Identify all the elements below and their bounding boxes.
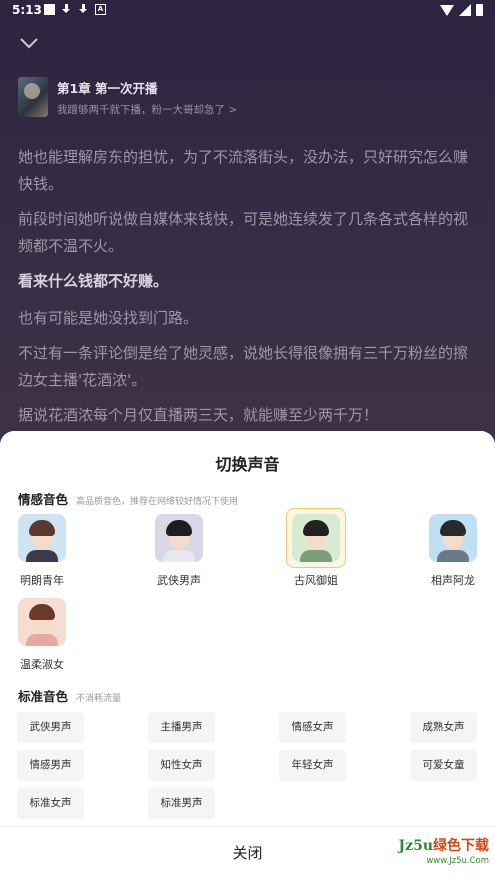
voice-option[interactable]: 明朗青年 (7, 514, 77, 588)
voice-avatar (18, 514, 66, 562)
voice-label: 武侠男声 (157, 574, 201, 587)
watermark-url: www.Jz5u.Com (426, 856, 489, 866)
chapter-header[interactable]: 第1章 第一次开播 我蹭够两千就下播，粉一大哥却急了 > (18, 77, 237, 117)
standard-voice-chip[interactable]: 情感男声 (17, 750, 84, 781)
chapter-paragraph: 也有可能是她没找到门路。 (18, 309, 199, 327)
emotional-voice-hint: 高品质音色，推荐在网络较好情况下使用 (76, 497, 239, 507)
standard-voice-chip[interactable]: 标准女声 (17, 788, 84, 819)
collapse-chevron-icon[interactable] (19, 36, 39, 50)
voice-option[interactable]: 武侠男声 (144, 514, 214, 588)
voice-avatar (18, 598, 66, 646)
watermark-brand-cn: 绿色下载 (433, 838, 489, 854)
chapter-title: 第1章 第一次开播 (57, 80, 158, 96)
emotional-voice-header: 情感音色 高品质音色，推荐在网络较好情况下使用 (18, 489, 238, 508)
chapter-subtitle: 我蹭够两千就下播，粉一大哥却急了 > (57, 103, 238, 116)
chapter-paragraph: 看来什么钱都不好赚。 (18, 272, 169, 290)
voice-label: 古风御姐 (294, 574, 338, 587)
emotional-voice-title: 情感音色 (18, 492, 69, 507)
book-cover (18, 77, 48, 117)
standard-voice-chip[interactable]: 武侠男声 (17, 712, 84, 743)
voice-option[interactable]: 相声阿龙 (418, 514, 488, 588)
download-icon (78, 4, 89, 15)
switch-voice-sheet: 切换声音 情感音色 高品质音色，推荐在网络较好情况下使用 明朗青年 武侠男声 古… (0, 431, 495, 880)
watermark-logo: Jz5u绿色下载 www.Jz5u.Com (389, 835, 490, 875)
voice-label: 相声阿龙 (431, 574, 475, 587)
download-icon (61, 4, 72, 15)
standard-voice-chip[interactable]: 年轻女声 (279, 750, 346, 781)
watermark-brand: Jz5u (398, 838, 434, 854)
chapter-paragraph: 据说花酒浓每个月仅直播两三天，就能赚至少两千万！ (18, 406, 379, 424)
chapter-paragraph: 不过有一条评论倒是给了她灵感，说她长得很像拥有三千万粉丝的擦边女主播'花酒浓'。 (18, 344, 469, 389)
voice-avatar (155, 514, 203, 562)
standard-voice-chip[interactable]: 主播男声 (148, 712, 215, 743)
voice-avatar (429, 514, 477, 562)
status-bar: 5:13 A (0, 0, 495, 22)
standard-voice-title: 标准音色 (18, 689, 69, 704)
standard-voice-chip[interactable]: 标准男声 (148, 788, 215, 819)
voice-label: 温柔淑女 (20, 658, 64, 671)
status-system-icons (440, 4, 483, 16)
voice-option-selected[interactable]: 古风御姐 (281, 508, 351, 588)
notification-square-icon (44, 4, 55, 15)
chapter-text: 她也能理解房东的担忧，为了不流落街头，没办法，只好研究怎么赚快钱。 前段时间她听说… (18, 144, 478, 437)
status-notification-icons: A (44, 4, 106, 15)
standard-voice-chip[interactable]: 知性女声 (148, 750, 215, 781)
battery-icon (476, 4, 483, 16)
standard-voice-chip[interactable]: 情感女声 (279, 712, 346, 743)
standard-voice-chip[interactable]: 成熟女声 (410, 712, 477, 743)
wifi-icon (440, 4, 454, 16)
chapter-paragraph: 前段时间她听说做自媒体来钱快，可是她连续发了几条各式各样的视频都不温不火。 (18, 210, 469, 255)
chapter-paragraph: 她也能理解房东的担忧，为了不流落街头，没办法，只好研究怎么赚快钱。 (18, 148, 469, 193)
status-time: 5:13 (12, 3, 42, 17)
signal-icon (459, 4, 471, 16)
sheet-title: 切换声音 (215, 455, 280, 474)
standard-voice-hint: 不消耗流量 (76, 694, 122, 704)
voice-avatar (292, 514, 340, 562)
voice-label: 明朗青年 (20, 574, 64, 587)
voice-option[interactable]: 温柔淑女 (7, 598, 77, 672)
app-notification-icon: A (95, 4, 106, 15)
standard-voice-header: 标准音色 不消耗流量 (18, 686, 121, 705)
standard-voice-chip[interactable]: 可爱女童 (410, 750, 477, 781)
